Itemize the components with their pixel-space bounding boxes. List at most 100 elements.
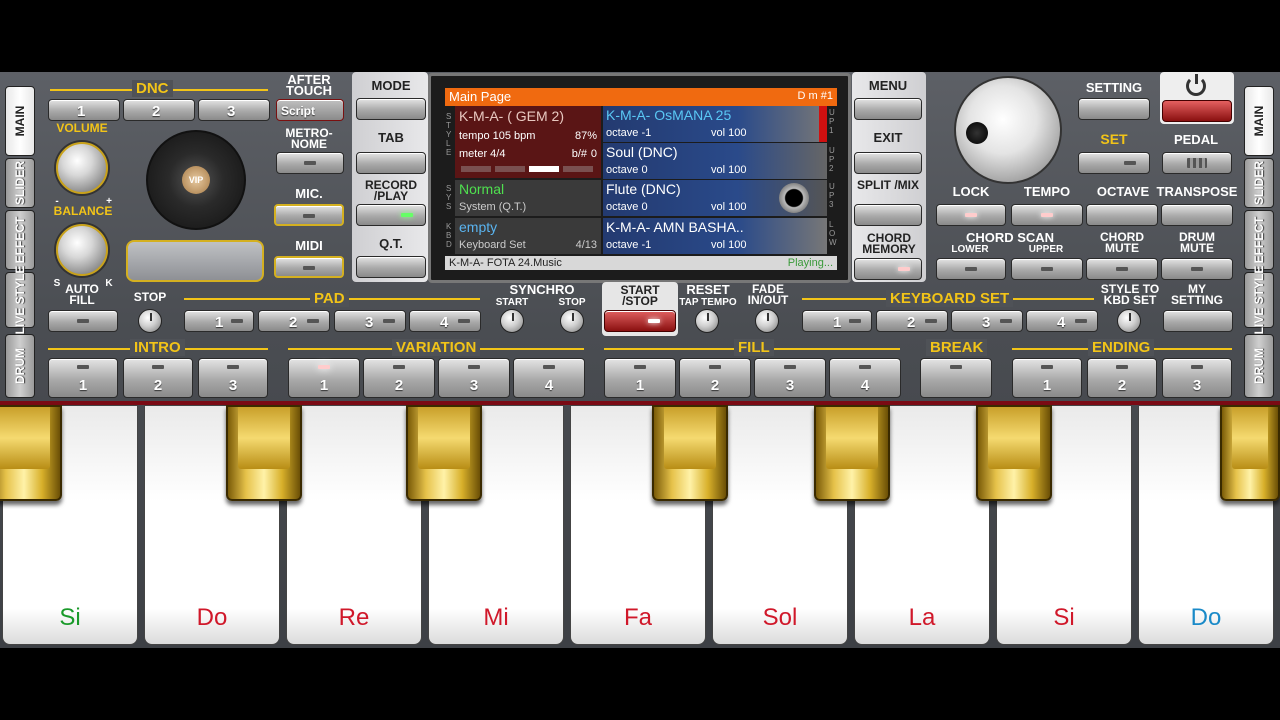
tab-live-style-left[interactable]: LIVE STYLE [5, 266, 35, 334]
record-play-button[interactable] [356, 204, 426, 226]
ending-button-2[interactable]: 2 [1087, 358, 1157, 398]
keyboard-set-button-2[interactable]: 2 [876, 310, 948, 332]
chord-scan-lower-button[interactable] [936, 258, 1006, 280]
pad-button-3-led [383, 319, 395, 323]
split-mix-button[interactable] [854, 204, 922, 226]
drum-mute-button[interactable] [1161, 258, 1233, 280]
fill-button-3[interactable]: 3 [754, 358, 826, 398]
power-button[interactable] [1160, 72, 1234, 124]
split-mix-label: SPLIT /MIX [856, 178, 919, 192]
black-key[interactable] [0, 405, 62, 501]
display-pad[interactable] [126, 240, 264, 282]
pad-button-2[interactable]: 2 [258, 310, 330, 332]
dnc-button-3[interactable]: 3 [198, 99, 270, 121]
exit-button[interactable] [854, 152, 922, 174]
ending-button-3[interactable]: 3 [1162, 358, 1232, 398]
key-note-label: Si [1053, 604, 1075, 631]
balance-k-label: K [105, 278, 113, 289]
transpose-button[interactable] [1161, 204, 1233, 226]
chord-mute-button[interactable] [1086, 258, 1158, 280]
midi-button[interactable] [274, 256, 344, 278]
tempo-button[interactable] [1011, 204, 1083, 226]
tab-effect-left[interactable]: EFFECT [5, 210, 35, 270]
tab-main-left[interactable]: MAIN [5, 86, 35, 156]
style-to-kbd-set-button[interactable] [1117, 309, 1141, 333]
song-name: K-M-A- FOTA 24.Music [449, 257, 562, 269]
intro-button-1[interactable]: 1 [48, 358, 118, 398]
black-key[interactable] [652, 405, 728, 501]
upper1-cell[interactable]: K-M-A- OsMANA 25 octave -1 vol 100 [603, 106, 827, 142]
ending-button-1[interactable]: 1 [1012, 358, 1082, 398]
lower-cell[interactable]: K-M-A- AMN BASHA.. octave -1 vol 100 [603, 218, 827, 254]
fill-button-2[interactable]: 2 [679, 358, 751, 398]
fade-in-out-button[interactable] [755, 309, 779, 333]
balance-knob[interactable] [56, 224, 108, 276]
up3-side-label: UP3 [829, 182, 835, 209]
mode-button[interactable] [356, 98, 426, 120]
variation-button-1[interactable]: 1 [288, 358, 360, 398]
upper2-cell[interactable]: Soul (DNC) octave 0 vol 100 [603, 143, 827, 179]
upper3-cell[interactable]: Flute (DNC) octave 0 vol 100 [603, 180, 827, 216]
chord-memory-button[interactable] [854, 258, 922, 280]
setting-button[interactable] [1078, 98, 1150, 120]
style-cell[interactable]: K-M-A- ( GEM 2) tempo 105 bpm 87% meter … [455, 106, 601, 178]
tab-effect-right[interactable]: EFFECT [1244, 210, 1274, 270]
data-wheel[interactable] [954, 76, 1062, 184]
mic-button[interactable] [274, 204, 344, 226]
fill-button-1[interactable]: 1 [604, 358, 676, 398]
lower-name: K-M-A- AMN BASHA.. [606, 219, 744, 235]
menu-button[interactable] [854, 98, 922, 120]
tab-drum-right[interactable]: DRUM [1244, 334, 1274, 398]
black-key[interactable] [976, 405, 1052, 501]
synchro-start-button[interactable] [500, 309, 524, 333]
synchro-stop-button[interactable] [560, 309, 584, 333]
pad-stop-label: STOP [133, 290, 167, 304]
sys-cell[interactable]: Normal System (Q.T.) [455, 180, 601, 216]
keyboard-set-button-1[interactable]: 1 [802, 310, 872, 332]
sys-side-label: SYS [446, 184, 452, 211]
lock-button[interactable] [936, 204, 1006, 226]
octave-button[interactable] [1086, 204, 1158, 226]
pad-button-1[interactable]: 1 [184, 310, 254, 332]
black-key[interactable] [1220, 405, 1280, 501]
start-stop-button[interactable] [604, 310, 676, 332]
auto-fill-label: AUTO FILL [65, 282, 99, 307]
auto-fill-button[interactable] [48, 310, 118, 332]
set-button[interactable] [1078, 152, 1150, 174]
fill-button-4[interactable]: 4 [829, 358, 901, 398]
qt-button[interactable] [356, 256, 426, 278]
my-setting-button[interactable] [1163, 310, 1233, 332]
tab-main-right[interactable]: MAIN [1244, 86, 1274, 156]
pad-stop-button[interactable] [138, 309, 162, 333]
keyboard-set-button-4[interactable]: 4 [1026, 310, 1098, 332]
tab-button[interactable] [356, 152, 426, 174]
variation-button-2[interactable]: 2 [363, 358, 435, 398]
keyboard-set-button-3[interactable]: 3 [951, 310, 1023, 332]
break-button[interactable] [920, 358, 992, 398]
pad-button-2-led [307, 319, 319, 323]
black-key[interactable] [226, 405, 302, 501]
metronome-button[interactable] [276, 152, 344, 174]
intro-button-2[interactable]: 2 [123, 358, 193, 398]
pad-button-3[interactable]: 3 [334, 310, 406, 332]
dnc-button-1[interactable]: 1 [48, 99, 120, 121]
variation-button-4[interactable]: 4 [513, 358, 585, 398]
pedal-button[interactable] [1162, 152, 1232, 174]
dnc-button-3-label: 3 [227, 103, 236, 120]
white-key[interactable]: Re [286, 405, 422, 645]
black-key[interactable] [814, 405, 890, 501]
tab-slider-left[interactable]: SLIDER [5, 158, 35, 208]
kbd-cell[interactable]: empty Keyboard Set 4/13 [455, 218, 601, 254]
dnc-button-2[interactable]: 2 [123, 99, 195, 121]
after-touch-script-button[interactable]: Script [276, 99, 344, 121]
reset-tap-tempo-button[interactable] [695, 309, 719, 333]
intro-button-3[interactable]: 3 [198, 358, 268, 398]
black-key[interactable] [406, 405, 482, 501]
volume-knob[interactable] [56, 142, 108, 194]
tab-live-style-right[interactable]: LIVE STYLE [1244, 266, 1274, 334]
chord-scan-upper-button[interactable] [1011, 258, 1083, 280]
variation-button-3[interactable]: 3 [438, 358, 510, 398]
pad-button-4[interactable]: 4 [409, 310, 481, 332]
tab-drum-left[interactable]: DRUM [5, 334, 35, 398]
tab-slider-right[interactable]: SLIDER [1244, 158, 1274, 208]
